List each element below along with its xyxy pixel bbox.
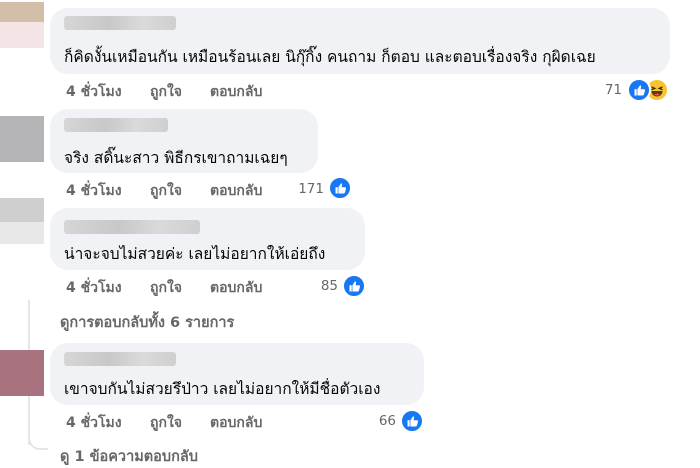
comment-timestamp[interactable]: 4 ชั่วโมง (66, 412, 122, 434)
comment-bubble: จริง สดิ๊นะสาว พิธีกรเขาถามเฉยๆ (50, 109, 318, 173)
comment-text: ก็คิดงั้นเหมือนกัน เหมือนร้อนเลย นิกุ๊กิ… (64, 48, 596, 66)
avatar[interactable] (0, 350, 44, 396)
comment-text: น่าจะจบไม่สวยค่ะ เลยไม่อยากให้เอ่ยถึง (64, 245, 326, 263)
like-button[interactable]: ถูกใจ (150, 412, 182, 434)
commenter-name-blurred[interactable] (64, 118, 168, 132)
commenter-name-blurred[interactable] (64, 16, 176, 30)
like-icon (342, 274, 366, 298)
like-button[interactable]: ถูกใจ (150, 180, 182, 202)
commenter-name-blurred[interactable] (64, 352, 176, 366)
reply-button[interactable]: ตอบกลับ (210, 412, 262, 434)
reply-button[interactable]: ตอบกลับ (210, 180, 262, 202)
comment-bubble: ก็คิดงั้นเหมือนกัน เหมือนร้อนเลย นิกุ๊กิ… (50, 8, 670, 74)
comment-bubble: น่าจะจบไม่สวยค่ะ เลยไม่อยากให้เอ่ยถึง (50, 208, 365, 270)
avatar[interactable] (0, 2, 44, 48)
reply-thread-connector (28, 430, 48, 450)
like-icon (400, 409, 424, 433)
avatar[interactable] (0, 198, 44, 244)
like-icon (328, 176, 352, 200)
like-button[interactable]: ถูกใจ (150, 81, 182, 103)
like-button[interactable]: ถูกใจ (150, 277, 182, 299)
reaction-count[interactable]: 171 (292, 181, 324, 197)
like-icon (627, 78, 651, 102)
reaction-count[interactable]: 71 (590, 82, 622, 98)
comment-text: จริง สดิ๊นะสาว พิธีกรเขาถามเฉยๆ (64, 149, 288, 167)
avatar[interactable] (0, 116, 44, 162)
reply-button[interactable]: ตอบกลับ (210, 277, 262, 299)
commenter-name-blurred[interactable] (64, 220, 200, 234)
comment-timestamp[interactable]: 4 ชั่วโมง (66, 277, 122, 299)
reply-button[interactable]: ตอบกลับ (210, 81, 262, 103)
comment-timestamp[interactable]: 4 ชั่วโมง (66, 81, 122, 103)
reaction-count[interactable]: 85 (306, 278, 338, 294)
comment-bubble: เขาจบกันไม่สวยรึป่าว เลยไม่อยากให้มีชื่อ… (50, 343, 424, 405)
reaction-count[interactable]: 66 (364, 413, 396, 429)
comment-text: เขาจบกันไม่สวยรึป่าว เลยไม่อยากให้มีชื่อ… (64, 380, 381, 398)
view-reply-link[interactable]: ดู 1 ข้อความตอบกลับ (60, 445, 198, 468)
view-all-replies-link[interactable]: ดูการตอบกลับทั้ง 6 รายการ (60, 311, 234, 334)
comment-timestamp[interactable]: 4 ชั่วโมง (66, 180, 122, 202)
